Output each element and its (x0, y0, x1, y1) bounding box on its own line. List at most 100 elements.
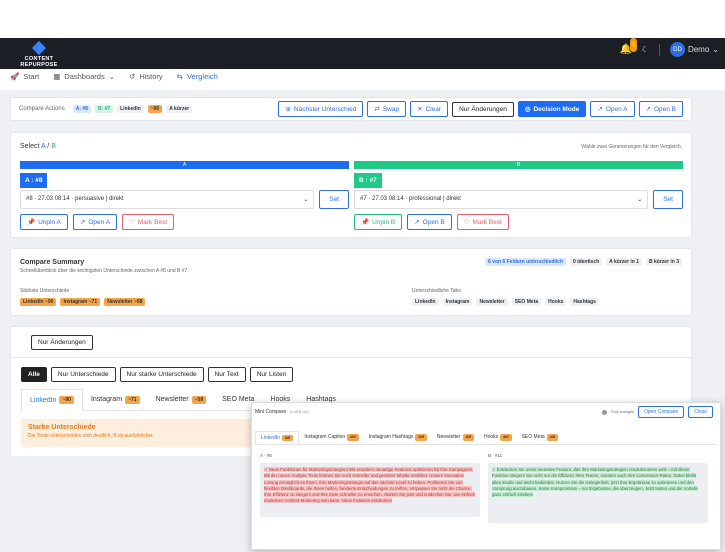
badge-a: A: #8 (72, 105, 91, 113)
strong-diff-notice: Starke Unterschiede Die Texte unterschei… (21, 419, 256, 447)
toggle-icon[interactable] (601, 409, 607, 415)
open-compare-button[interactable]: Open Compare (638, 406, 685, 418)
mini-b-text: ✓ Entdecken Sie unser neuestes Feature, … (488, 463, 708, 523)
channel-badge: LinkedIn (117, 105, 144, 113)
close-button[interactable]: Close (688, 406, 713, 418)
mini-tab-seo-meta[interactable]: SEO Meta diff (517, 431, 564, 444)
next-difference-button[interactable]: ⊕ Nächster Unterschied (278, 101, 364, 117)
pin-icon: 📌 (361, 219, 370, 226)
tab-linkedin[interactable]: LinkedIn ~90 (21, 389, 83, 411)
nav-vergleich[interactable]: ⇆ Vergleich (177, 72, 218, 81)
summary-subtitle: Schnellüberblick über die wichtigsten Un… (20, 268, 189, 274)
rocket-icon: 🚀 (10, 72, 20, 81)
heart-icon: ♡ (129, 219, 135, 226)
open-a-link-button[interactable]: ↗ Open A (72, 214, 118, 230)
swap-icon: ⇄ (374, 106, 380, 113)
summary-badge: B kürzer in 3 (645, 258, 682, 266)
unpin-b-button[interactable]: 📌 Unpin B (354, 214, 403, 230)
length-badge: A kürzer (166, 105, 193, 113)
diff-tab[interactable]: LinkedIn (412, 298, 439, 306)
mark-best-a-button[interactable]: ♡ Mark Best (122, 214, 175, 230)
set-b-button[interactable]: Set (653, 190, 683, 209)
strong-item[interactable]: Newsletter ~58 (104, 298, 146, 306)
select-card: Select A / B Wähle zwei Generierungen fü… (10, 132, 692, 238)
filter-diffs[interactable]: Nur Unterschiede (50, 367, 116, 382)
tab-newsletter[interactable]: Newsletter ~58 (148, 389, 215, 410)
mini-compare-panel: Mini Compare A: #8 B: #11 Only changes O… (251, 402, 721, 550)
compare-icon: ⇆ (176, 72, 183, 81)
diff-tab[interactable]: Instagram (442, 298, 473, 306)
strong-list: LinkedIn ~90 Instagram ~71 Newsletter ~5… (20, 298, 146, 306)
filter-bar: Alle Nur Unterschiede Nur starke Untersc… (21, 367, 294, 382)
mini-tab-instagram-caption[interactable]: Instagram Caption diff (299, 431, 363, 444)
filter-all[interactable]: Alle (21, 367, 47, 382)
external-link-icon: ↗ (645, 106, 651, 113)
filter-strong[interactable]: Nur starke Unterschiede (119, 367, 204, 382)
grid-icon: ▦ (53, 72, 61, 81)
user-menu[interactable]: DD Demo ⌄ (669, 42, 719, 57)
select-b-dropdown[interactable]: #7 · 27.03 08:14 · professional | direkt… (354, 190, 649, 209)
filter-lists[interactable]: Nur Listen (249, 367, 294, 382)
bell-icon[interactable]: 🔔 1 (620, 37, 637, 56)
diff-tab[interactable]: Hooks (545, 298, 567, 306)
external-link-icon: ↗ (414, 219, 420, 226)
open-b-button[interactable]: ↗ Open B (638, 101, 683, 117)
open-b-link-button[interactable]: ↗ Open B (407, 214, 452, 230)
select-a-panel: A A : #8 #8 · 27.03 08:14 · persuasive |… (20, 161, 349, 230)
target-icon: ◎ (524, 106, 531, 113)
only-changes-button[interactable]: Nur Änderungen (452, 101, 514, 117)
compare-summary-card: Compare Summary Schnellüberblick über di… (10, 248, 692, 316)
theme-toggle-icon[interactable]: ☾ (642, 45, 649, 54)
nav-history[interactable]: ↺ History (129, 72, 163, 81)
decision-mode-button[interactable]: ◎ Decision Mode (517, 101, 587, 117)
diff-tab[interactable]: Newsletter (476, 298, 508, 306)
mini-tab-newsletter[interactable]: Newsletter diff (432, 431, 479, 444)
filter-text[interactable]: Nur Text (207, 367, 246, 382)
unpin-a-button[interactable]: 📌 Unpin A (20, 214, 68, 230)
chevron-down-icon: ⌄ (303, 197, 309, 203)
diff-tab[interactable]: SEO Meta (511, 298, 542, 306)
set-a-button[interactable]: Set (319, 190, 349, 209)
notification-badge: 1 (630, 37, 637, 52)
chevron-down-icon: ⌄ (108, 72, 116, 81)
mini-a-text: ✓ Neue Funktionen für Marketingstrategie… (260, 463, 480, 517)
nav-start[interactable]: 🚀 Start (10, 72, 39, 81)
mini-tab-linkedin[interactable]: LinkedIn diff (255, 431, 300, 444)
select-a-dropdown[interactable]: #8 · 27.03 08:14 · persuasive | direkt ⌄ (20, 190, 315, 209)
mini-a-label: A · #8 (260, 453, 272, 458)
app-logo[interactable]: CONTENT REPURPOSE (10, 40, 68, 68)
external-link-icon: ↗ (79, 219, 86, 226)
summary-title: Compare Summary (20, 259, 85, 266)
summary-badge: 0 identisch (570, 258, 603, 266)
strong-item[interactable]: Instagram ~71 (60, 298, 101, 306)
score-badge: ~90 (147, 105, 163, 113)
main-nav: 🚀 Start ▦ Dashboards ⌄ ↺ History ⇆ Vergleich (10, 72, 218, 81)
a-tag: A : #8 (20, 173, 48, 188)
open-a-button[interactable]: ↗ Open A (590, 101, 635, 117)
swap-button[interactable]: ⇄ Swap (367, 101, 407, 117)
mini-tabs: LinkedIn diff Instagram Caption diff Insta… (255, 431, 715, 445)
only-changes-toggle[interactable]: Nur Änderungen (31, 335, 93, 350)
arrow-icon: ⊕ (285, 106, 291, 113)
mark-best-b-button[interactable]: ♡ Mark Best (456, 214, 509, 230)
mini-tab-hooks[interactable]: Hooks diff (479, 431, 517, 444)
diff-tab[interactable]: Hashtags (570, 298, 599, 306)
b-bar: B (354, 161, 683, 169)
compare-actions-bar: Compare Actions A: #8 B: #7 LinkedIn ~90… (10, 97, 692, 121)
badge-b: B: #7 (94, 105, 114, 113)
tab-instagram[interactable]: Instagram ~71 (83, 389, 148, 410)
pin-icon: 📌 (27, 219, 36, 226)
chevron-down-icon: ⌄ (712, 45, 719, 54)
strong-item[interactable]: LinkedIn ~90 (20, 298, 57, 306)
mini-title: Mini Compare (255, 409, 287, 415)
mini-tab-instagram-hashtags[interactable]: Instagram Hashtags diff (364, 431, 432, 444)
close-icon: ✕ (417, 106, 423, 113)
chevron-down-icon: ⌄ (637, 197, 643, 203)
top-bar: CONTENT REPURPOSE 🔔 1 ☾ DD Demo ⌄ (0, 37, 725, 69)
clear-button[interactable]: ✕ Clear (410, 101, 449, 117)
select-b-panel: B B : #7 #7 · 27.03 08:14 · professional… (354, 161, 683, 230)
mini-b-label: B · #11 (488, 453, 503, 458)
a-bar: A (20, 161, 349, 169)
nav-dashboards[interactable]: ▦ Dashboards ⌄ (53, 72, 115, 81)
select-hint: Wähle zwei Generierungen für den Verglei… (581, 144, 682, 150)
